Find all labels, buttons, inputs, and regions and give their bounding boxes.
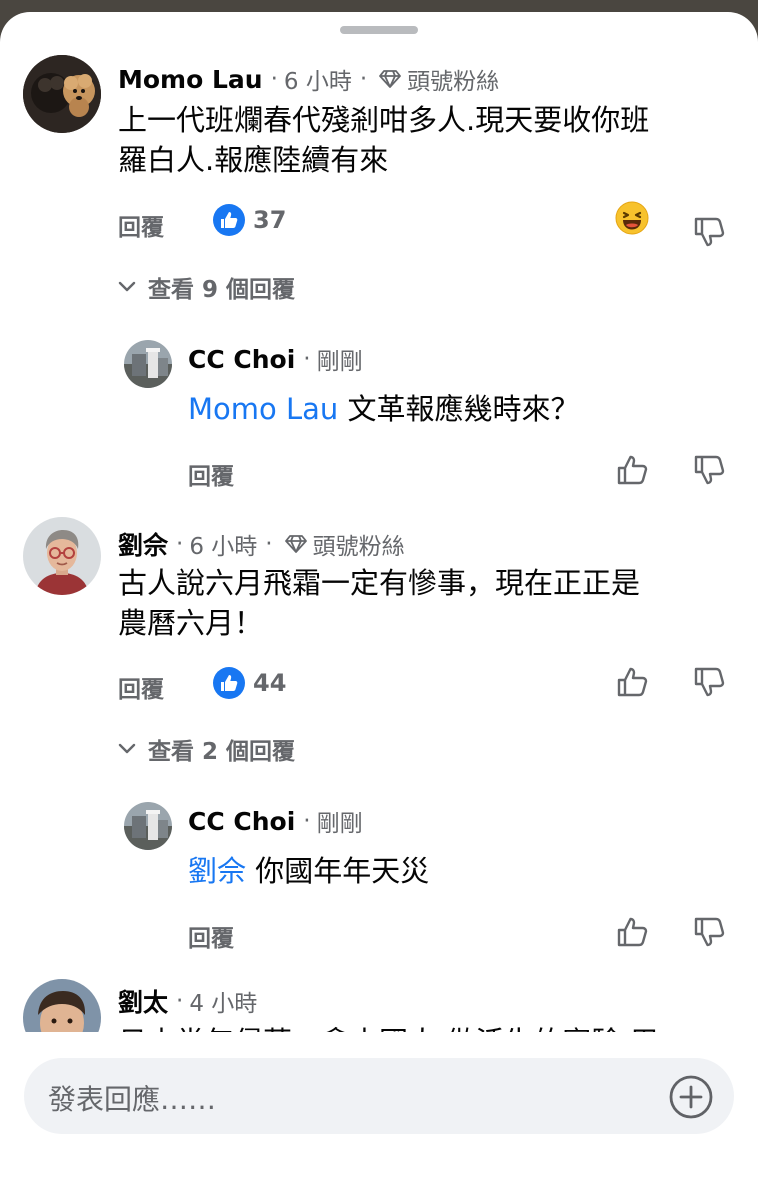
thumbs-down-icon[interactable] [693,915,729,951]
separator-dot: · [359,66,368,92]
reaction-summary[interactable]: 37 [213,204,286,236]
view-replies-button[interactable]: 查看 9 個回覆 [118,270,295,304]
comment-text-line: 農曆六月！ [118,606,264,640]
like-count: 37 [253,206,287,234]
comment-time[interactable]: 6 小時 [284,62,352,96]
building-avatar-image [124,340,172,388]
diamond-icon [379,69,402,89]
thumbs-up-icon[interactable] [616,915,652,951]
view-replies-label: 查看 2 個回覆 [148,739,296,765]
reply-author[interactable]: CC Choi [188,345,295,374]
reply-header: CC Choi · 剛剛 [188,804,363,838]
comment-text-line: 羅白人.報應陸續有來 [118,143,389,177]
separator-dot: · [303,808,311,834]
thumbs-up-icon [213,204,245,236]
reply-text-body: 你國年年天災 [246,854,430,888]
separator-dot: · [270,66,278,92]
separator-dot: · [176,988,184,1014]
comment-header: Momo Lau · 6 小時 · 頭號粉絲 [118,62,499,96]
thumbs-up-icon[interactable] [616,453,652,489]
reply-time[interactable]: 剛剛 [317,342,363,376]
reply-button[interactable]: 回覆 [188,457,234,491]
reply-header: CC Choi · 剛剛 [188,342,363,376]
comment-actions: 回覆 [118,208,164,242]
badge-label: 頭號粉絲 [312,534,405,560]
reply-text: Momo Lau 文革報應幾時來？ [188,389,580,429]
comment-time[interactable]: 6 小時 [189,527,257,561]
thumbs-down-icon[interactable] [693,215,729,251]
reaction-summary[interactable]: 44 [213,667,286,699]
comment-header: 劉太 · 4 小時 [118,983,257,1019]
avatar[interactable] [23,55,101,133]
comment-text-line: 上一代班爛春代殘剎咁多人.現天要收你班 [118,103,650,137]
comment-input-placeholder: 發表回應…… [48,1083,217,1116]
mention-link[interactable]: Momo Lau [188,392,338,426]
separator-dot: · [265,531,273,557]
plus-circle-icon[interactable] [668,1074,714,1120]
reply-actions: 回覆 [188,457,234,491]
comment-actions: 回覆 [118,670,164,704]
cartoon-avatar-image [23,517,101,595]
comment-time[interactable]: 4 小時 [189,984,257,1018]
separator-dot: · [303,346,311,372]
badge-label: 頭號粉絲 [407,69,500,95]
thumbs-up-icon [213,667,245,699]
grinning-face-icon[interactable] [614,200,650,236]
reply-text-body: 文革報應幾時來？ [338,392,580,426]
comments-sheet: Momo Lau · 6 小時 · 頭號粉絲 上一代班爛春代殘剎咁多人.現天要收… [0,12,758,1200]
building-avatar-image [124,802,172,850]
thumbs-down-icon[interactable] [693,453,729,489]
view-replies-button[interactable]: 查看 2 個回覆 [118,732,295,766]
separator-dot: · [176,531,184,557]
comment-author[interactable]: Momo Lau [118,65,263,94]
chevron-down-icon [118,281,136,292]
reply-button[interactable]: 回覆 [118,208,164,242]
view-replies-label: 查看 9 個回覆 [148,277,296,303]
sheet-grabber[interactable] [340,26,418,34]
reply-button[interactable]: 回覆 [188,919,234,953]
reply-time[interactable]: 剛剛 [317,804,363,838]
avatar[interactable] [124,802,172,850]
comment-author[interactable]: 劉太 [118,983,168,1019]
diamond-icon [284,534,307,554]
avatar[interactable] [124,340,172,388]
comment-author[interactable]: 劉佘 [118,526,168,562]
thumbs-up-icon[interactable] [616,665,652,701]
reply-author[interactable]: CC Choi [188,807,295,836]
thumbs-down-icon[interactable] [693,665,729,701]
comment-input[interactable]: 發表回應…… [24,1058,734,1134]
dog-avatar-image [23,55,101,133]
mention-link[interactable]: 劉佘 [188,854,246,888]
comment-header: 劉佘 · 6 小時 · 頭號粉絲 [118,526,405,562]
chevron-down-icon [118,743,136,754]
reply-text: 劉佘 你國年年天災 [188,851,429,891]
avatar[interactable] [23,517,101,595]
composer-bar: 發表回應…… [0,1032,758,1200]
reply-button[interactable]: 回覆 [118,670,164,704]
like-count: 44 [253,669,287,697]
reply-actions: 回覆 [188,919,234,953]
comment-text-line: 古人說六月飛霜一定有慘事，現在正正是 [118,566,641,600]
